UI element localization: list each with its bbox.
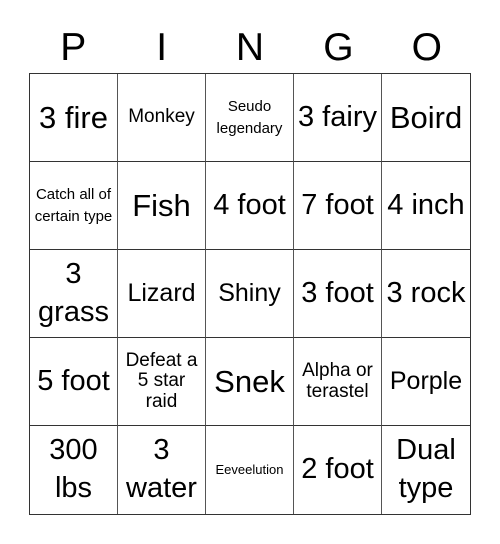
bingo-cell[interactable]: Seudo legendary [206, 74, 294, 162]
header-letter-n: N [235, 26, 265, 69]
bingo-cell[interactable]: Defeat a 5 star raid [118, 338, 206, 426]
bingo-cell[interactable]: Monkey [118, 74, 206, 162]
bingo-cell-text: Boird [389, 99, 463, 135]
bingo-cell[interactable]: 4 foot [206, 162, 294, 250]
bingo-cell-text: 300 lbs [49, 434, 98, 504]
header-letter-p: P [60, 26, 87, 69]
bingo-cell[interactable]: Eeveelution [206, 426, 294, 514]
bingo-cell-text: 5 foot [37, 364, 110, 397]
bingo-cell-text: 3 grass [38, 257, 109, 328]
bingo-cell[interactable]: Catch all of certain type [30, 162, 118, 250]
bingo-cell-text: Shiny [218, 279, 281, 307]
bingo-cell[interactable]: Lizard [118, 250, 206, 338]
bingo-cell-text: 3 rock [386, 276, 466, 309]
bingo-cell[interactable]: 3 water [118, 426, 206, 514]
header-letter-o: O [411, 26, 442, 69]
bingo-cell[interactable]: 3 fire [30, 74, 118, 162]
bingo-cell-text: Snek [214, 363, 285, 399]
bingo-cell[interactable]: Shiny [206, 250, 294, 338]
header-letter-i: I [156, 26, 168, 69]
bingo-cell-text: 4 inch [387, 188, 465, 221]
bingo-cell-text: 3 fairy [298, 100, 377, 133]
bingo-cell-text: 3 water [126, 434, 197, 504]
bingo-cell-text: Seudo legendary [216, 97, 283, 137]
bingo-cell-text: Defeat a 5 star raid [125, 349, 198, 412]
bingo-cell[interactable]: Alpha or terastel [294, 338, 382, 426]
bingo-cell-text: Dual type [396, 434, 456, 504]
bingo-cell[interactable]: Boird [382, 74, 470, 162]
header-letter-g: G [323, 26, 354, 69]
bingo-cell[interactable]: 300 lbs [30, 426, 118, 514]
bingo-cell[interactable]: Porple [382, 338, 470, 426]
bingo-cell[interactable]: 3 grass [30, 250, 118, 338]
bingo-cell-text: 7 foot [301, 188, 374, 221]
bingo-cell[interactable]: 7 foot [294, 162, 382, 250]
bingo-cell-text: Eeveelution [215, 461, 284, 477]
bingo-cell[interactable]: 3 rock [382, 250, 470, 338]
bingo-cell-text: Lizard [127, 279, 196, 307]
bingo-cell-text: 4 foot [213, 188, 286, 221]
bingo-cell-text: Alpha or terastel [302, 359, 373, 402]
bingo-cell[interactable]: 4 inch [382, 162, 470, 250]
bingo-cell[interactable]: 5 foot [30, 338, 118, 426]
bingo-cell[interactable]: Fish [118, 162, 206, 250]
bingo-cell-text: Fish [132, 187, 191, 223]
bingo-cell-text: Catch all of certain type [34, 185, 113, 225]
bingo-card-grid: 3 fire Monkey Seudo legendary 3 fairy Boird C… [29, 73, 471, 515]
bingo-header: P I N G O [29, 22, 471, 74]
bingo-cell[interactable]: 3 foot [294, 250, 382, 338]
bingo-cell[interactable]: Dual type [382, 426, 470, 514]
bingo-cell-text: Porple [389, 367, 463, 395]
bingo-cell-text: 2 foot [301, 453, 374, 486]
bingo-cell[interactable]: 3 fairy [294, 74, 382, 162]
bingo-cell-text: 3 foot [301, 276, 374, 309]
bingo-cell[interactable]: 2 foot [294, 426, 382, 514]
bingo-cell-text: Monkey [128, 106, 195, 128]
bingo-cell[interactable]: Snek [206, 338, 294, 426]
bingo-cell-text: 3 fire [39, 99, 108, 135]
